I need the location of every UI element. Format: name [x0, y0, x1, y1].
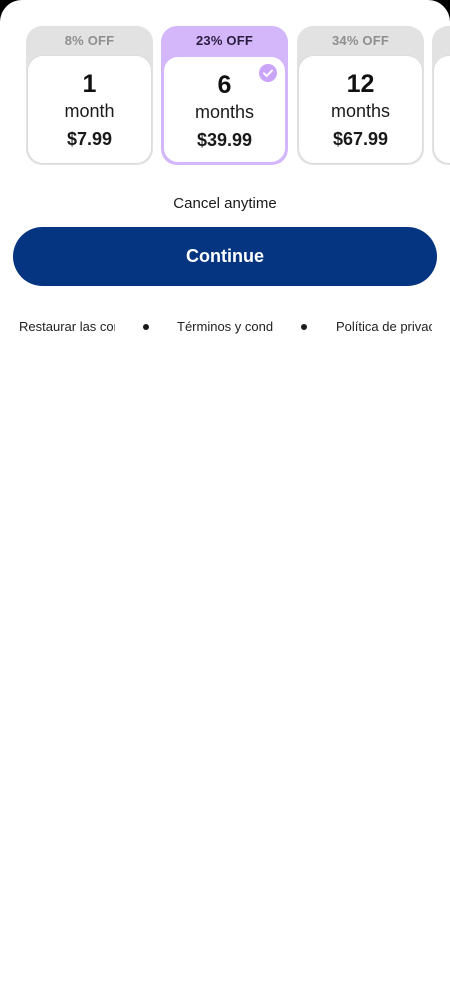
plan-price: $67.99 — [332, 129, 389, 149]
terms-link[interactable]: Términos y condiciones — [177, 316, 274, 338]
plan-card-1-month[interactable]: 8% OFF 1 month $7.99 — [26, 26, 153, 165]
plan-duration-count: 12 — [346, 70, 375, 98]
plan-duration-unit: months — [330, 101, 391, 121]
cancel-anytime-text: Cancel anytime — [173, 195, 277, 212]
discount-badge: 34% OFF — [331, 33, 390, 48]
restore-purchases-link[interactable]: Restaurar las compras — [19, 316, 115, 338]
discount-badge: 8% OFF — [64, 33, 115, 48]
plan-card-partial[interactable] — [432, 26, 450, 165]
plan-duration-unit: month — [64, 101, 115, 121]
plan-price: $39.99 — [196, 130, 253, 150]
privacy-policy-link[interactable]: Política de privacidad — [336, 316, 432, 338]
plan-selector: 8% OFF 1 month $7.99 23% OFF 6 months $3… — [0, 26, 450, 166]
plan-duration-unit: months — [194, 102, 255, 122]
plan-body — [433, 55, 450, 164]
plan-card-12-months[interactable]: 34% OFF 12 months $67.99 — [297, 26, 424, 165]
plan-card-6-months[interactable]: 23% OFF 6 months $39.99 — [161, 26, 288, 165]
plan-price: $7.99 — [66, 129, 113, 149]
continue-button[interactable]: Continue — [13, 227, 437, 286]
plan-body: 6 months $39.99 — [162, 55, 287, 164]
bullet-separator-icon — [301, 324, 307, 330]
bullet-separator-icon — [143, 324, 149, 330]
footer-links: Restaurar las compras Términos y condici… — [0, 316, 450, 338]
checkmark-circle-icon — [259, 64, 277, 82]
plan-duration-count: 1 — [82, 70, 97, 98]
plan-body: 1 month $7.99 — [27, 55, 152, 164]
discount-badge: 23% OFF — [195, 33, 254, 48]
plan-body: 12 months $67.99 — [298, 55, 423, 164]
paywall-sheet: 8% OFF 1 month $7.99 23% OFF 6 months $3… — [0, 0, 450, 1000]
